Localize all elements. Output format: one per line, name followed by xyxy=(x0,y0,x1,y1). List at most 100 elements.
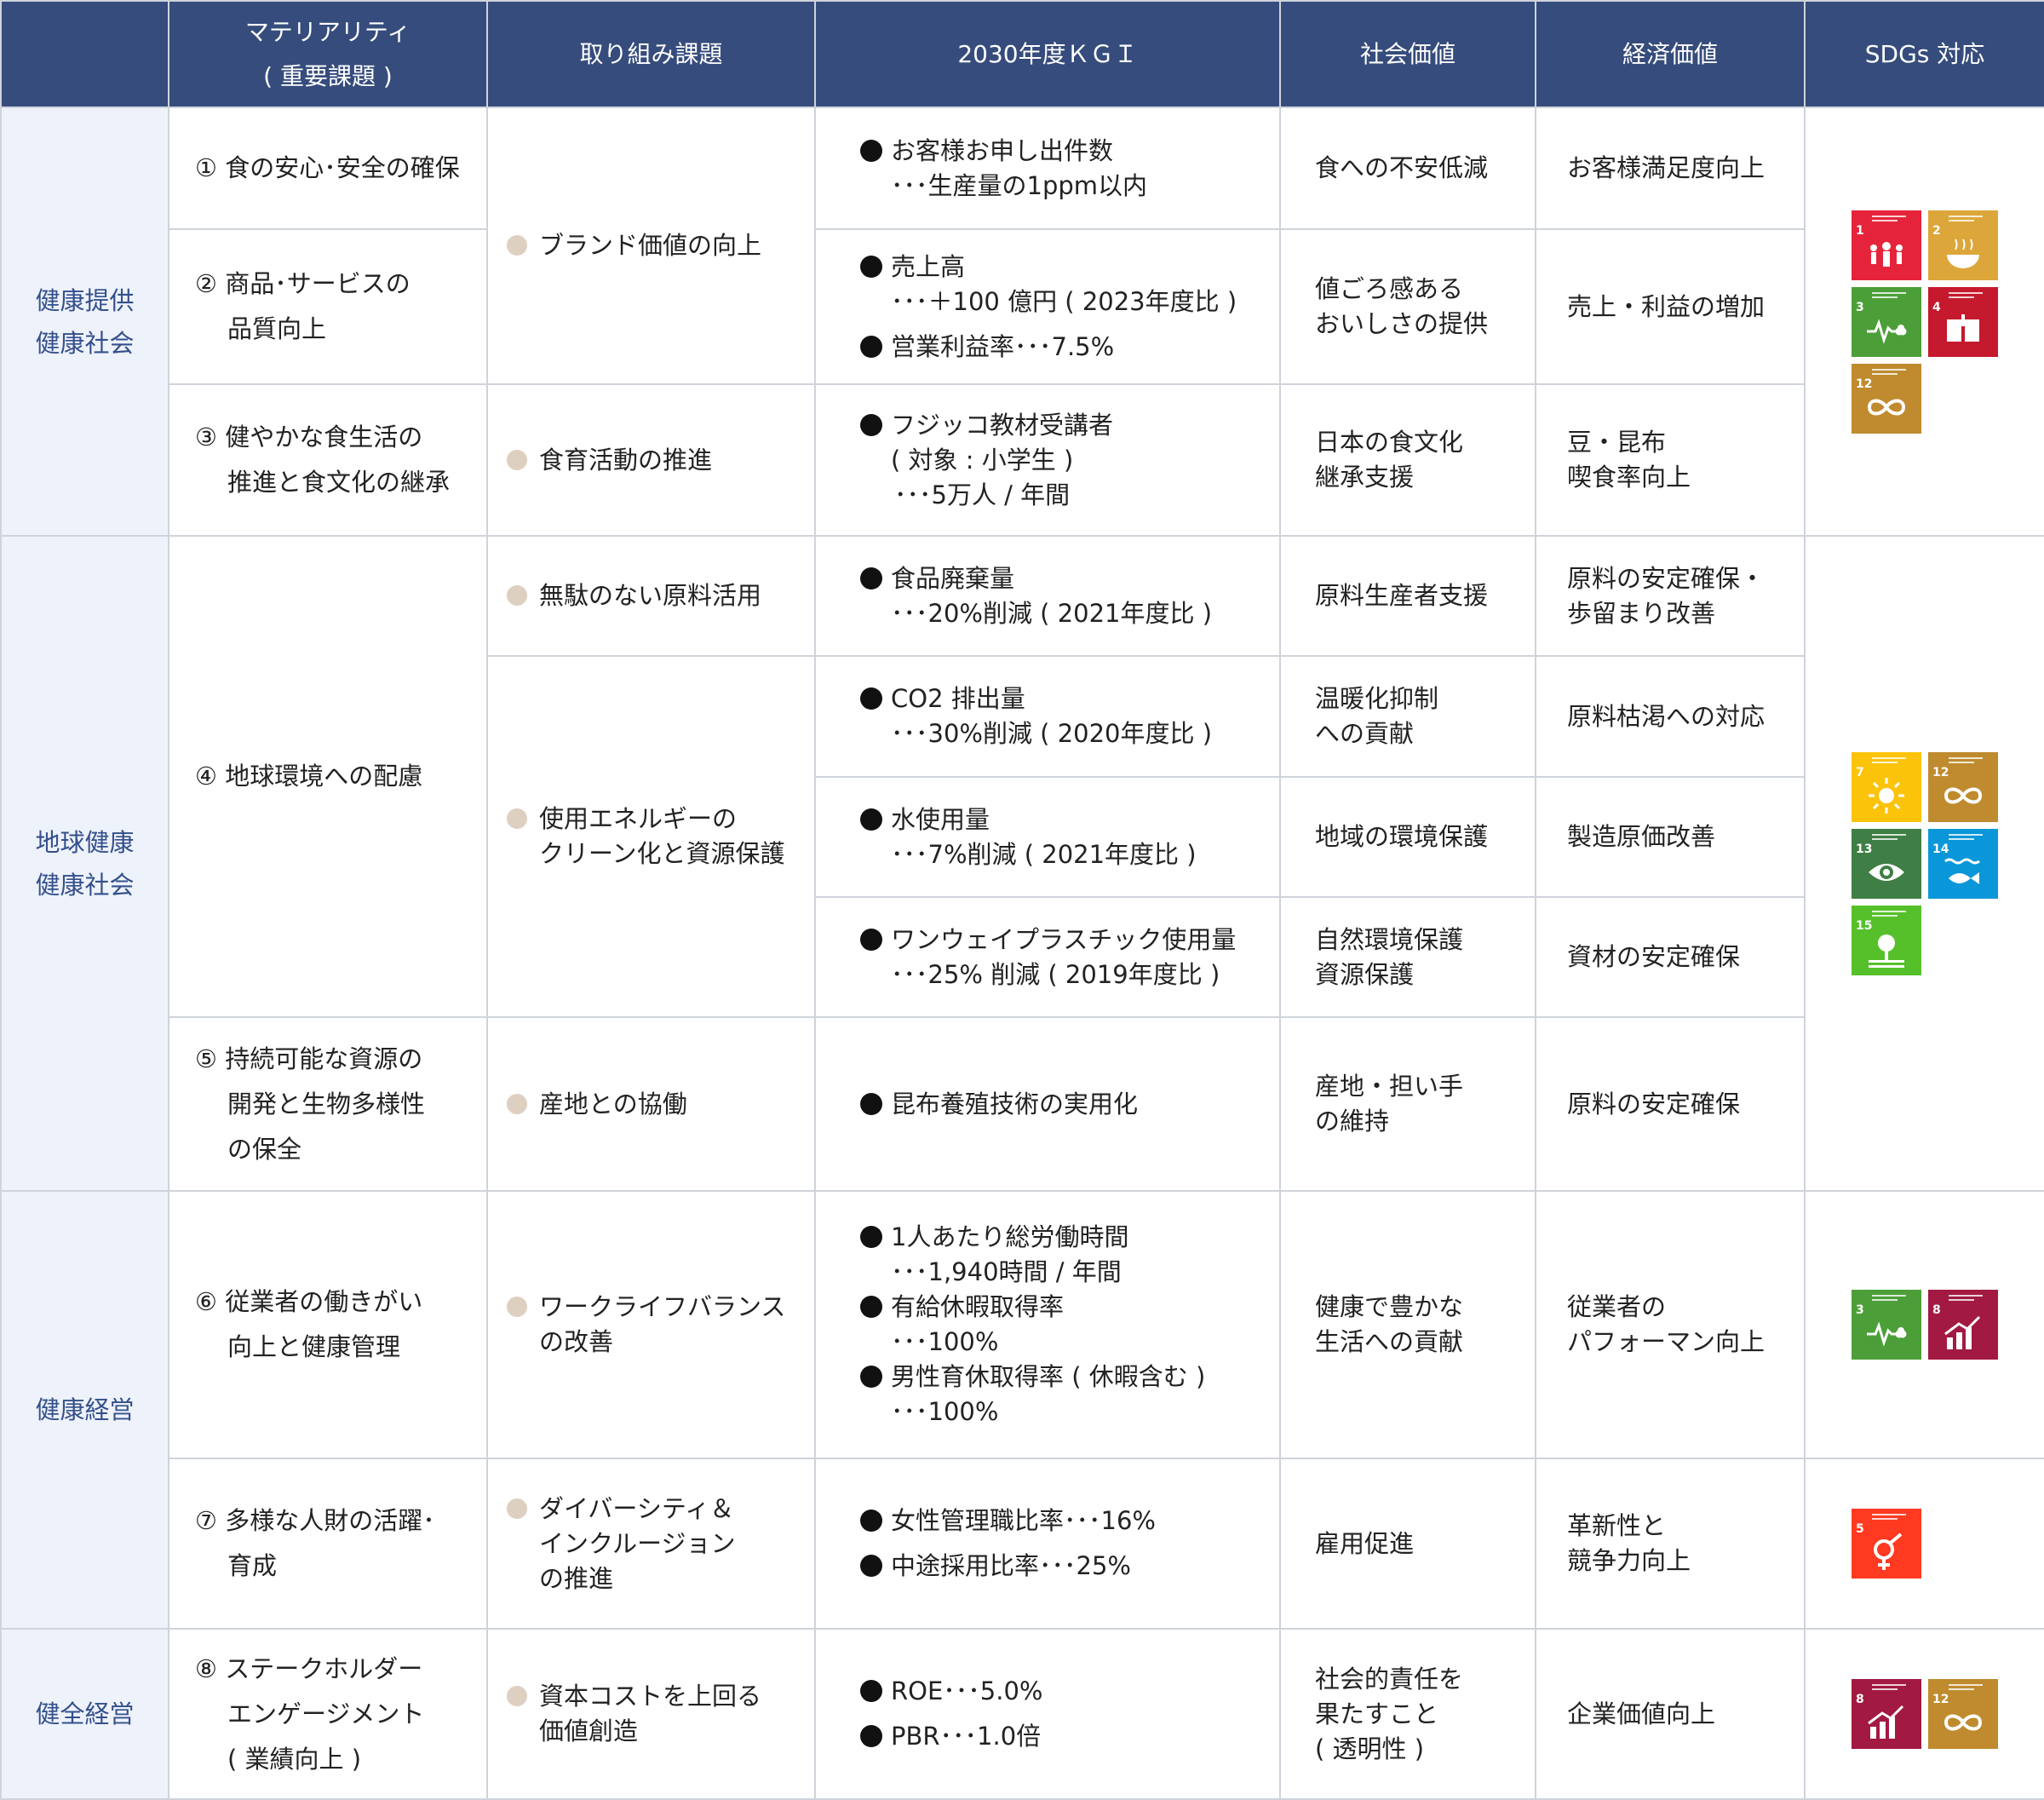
kgi-bullet xyxy=(860,808,882,831)
responsible-consumption-icon: 12 xyxy=(1928,751,1998,822)
economic-value-4: 原料の安定確保・ 歩留まり改善 xyxy=(1535,535,1806,657)
sdg-group-1: 1 2 3 4 12 xyxy=(1804,106,2044,537)
kgi-bullet xyxy=(860,255,882,278)
table-row: ② 商品･サービスの 品質向上 売上高 ･･･＋100 億円 ( 2023年度比 … xyxy=(1,228,2044,385)
social-value-8: 産地・担い手 の維持 xyxy=(1279,1016,1536,1192)
economic-value-8: 原料の安定確保 xyxy=(1535,1016,1806,1192)
decent-work-icon: 8 xyxy=(1852,1679,1921,1749)
initiative-dot xyxy=(507,1093,527,1114)
social-value-1: 食への不安低減 xyxy=(1279,106,1536,230)
header-category xyxy=(0,0,169,108)
table-row: ③ 健やかな食生活の 推進と食文化の継承 食育活動の推進 フジッコ教材受講者 ( … xyxy=(1,383,2044,537)
economic-value-10: 革新性と 競争力向上 xyxy=(1535,1458,1806,1630)
economic-value-11: 企業価値向上 xyxy=(1535,1628,1806,1800)
life-on-land-icon: 15 xyxy=(1852,905,1921,975)
kgi-bullet xyxy=(860,335,882,358)
kgi-bullet xyxy=(860,1366,882,1388)
materiality-4: ④ 地球環境への配慮 xyxy=(168,535,488,1018)
kgi-bullet xyxy=(860,139,882,162)
header-row: マテリアリティ( 重要課題 ) 取り組み課題 2030年度ＫＧＩ 社会価値 経済… xyxy=(0,0,2044,108)
kgi-4: 食品廃棄量 ･･･20%削減 ( 2021年度比 ) xyxy=(814,535,1281,657)
table-row: 地球健康 健康社会 ④ 地球環境への配慮 無駄のない原料活用 食品廃棄量 ･･･2… xyxy=(0,535,2044,1192)
header-economic-value: 経済価値 xyxy=(1535,0,1806,108)
economic-value-5: 原料枯渇への対応 xyxy=(1535,655,1806,778)
materiality-5: ⑤ 持続可能な資源の 開発と生物多様性 の保全 xyxy=(168,1016,488,1192)
kgi-10: 女性管理職比率･･･16% 中途採用比率･･･25% xyxy=(814,1458,1281,1630)
kgi-bullet xyxy=(860,566,882,589)
kgi-6: 水使用量 ･･･7%削減 ( 2021年度比 ) xyxy=(814,776,1281,898)
table-row: 健全経営 ⑧ ステークホルダー エンゲージメント( 業績向上 ) 資本コストを上回… xyxy=(0,1628,2044,1800)
kgi-bullet xyxy=(860,1296,882,1318)
initiative-raw-materials: 無駄のない原料活用 xyxy=(486,535,816,657)
header-initiatives: 取り組み課題 xyxy=(486,0,816,108)
sdg-group-3: 38 xyxy=(1804,1190,2044,1459)
initiative-dot xyxy=(507,449,527,470)
quality-education-icon: 4 xyxy=(1928,286,1998,357)
economic-value-9: 従業者の パフォーマン向上 xyxy=(1535,1190,1806,1459)
good-health-icon: 3 xyxy=(1852,1290,1921,1360)
category-sound-management: 健全経営 xyxy=(0,1628,169,1800)
kgi-9: 1人あたり総労働時間 ･･･1,940時間 / 年間 有給休暇取得率 ･･･10… xyxy=(814,1190,1281,1459)
initiative-clean-energy: 使用エネルギーの クリーン化と資源保護 xyxy=(486,655,816,1018)
category-earth-health: 地球健康 健康社会 xyxy=(0,535,169,1192)
table-row: ⑤ 持続可能な資源の 開発と生物多様性 の保全 産地との協働 昆布養殖技術の実用化 … xyxy=(1,1016,2044,1192)
kgi-2: 売上高 ･･･＋100 億円 ( 2023年度比 ) 営業利益率･･･7.5% xyxy=(814,228,1281,385)
table-row: ⑦ 多様な人財の活躍･ 育成 ダイバーシティ＆ インクルージョン の推進 女性管理職比… xyxy=(1,1458,2044,1630)
header-kgi: 2030年度ＫＧＩ xyxy=(814,0,1281,108)
category-health-management: 健康経営 xyxy=(0,1190,169,1630)
header-materiality: マテリアリティ( 重要課題 ) xyxy=(168,0,488,108)
social-value-6: 地域の環境保護 xyxy=(1279,776,1536,898)
initiative-diversity: ダイバーシティ＆ インクルージョン の推進 xyxy=(486,1458,816,1630)
kgi-bullet xyxy=(860,1510,882,1532)
materiality-2: ② 商品･サービスの 品質向上 xyxy=(168,228,488,385)
kgi-bullet xyxy=(860,413,882,436)
initiative-food-education: 食育活動の推進 xyxy=(486,383,816,537)
sdg-group-4: 5 xyxy=(1804,1458,2044,1630)
table-row: 健康提供 健康社会 ① 食の安心･安全の確保 ブランド価値の向上 お客様お申し出件… xyxy=(0,106,2044,537)
social-value-4: 原料生産者支援 xyxy=(1279,535,1536,657)
initiative-dot xyxy=(507,808,527,829)
materiality-1: ① 食の安心･安全の確保 xyxy=(168,106,488,230)
initiative-dot xyxy=(507,585,527,606)
kgi-bullet xyxy=(860,1226,882,1248)
initiative-work-life-balance: ワークライフバランス の改善 xyxy=(486,1190,816,1459)
initiative-dot xyxy=(507,1297,527,1317)
materiality-8: ⑧ ステークホルダー エンゲージメント( 業績向上 ) xyxy=(168,1628,488,1800)
kgi-bullet xyxy=(860,1680,882,1702)
initiative-capital-cost: 資本コストを上回る 価値創造 xyxy=(486,1628,816,1800)
sdg-group-2: 7 12 13 14 15 xyxy=(1804,535,2044,1192)
social-value-10: 雇用促進 xyxy=(1279,1458,1536,1630)
kgi-3: フジッコ教材受講者 ( 対象 : 小学生 ) ･･･5万人 / 年間 xyxy=(814,383,1281,537)
kgi-8: 昆布養殖技術の実用化 xyxy=(814,1016,1281,1192)
initiative-brand-value: ブランド価値の向上 xyxy=(486,106,816,385)
zero-hunger-icon: 2 xyxy=(1928,210,1998,280)
no-poverty-icon: 1 xyxy=(1852,210,1921,280)
table-row: 健康経営 ⑥ 従業者の働きがい 向上と健康管理 ワークライフバランス の改善 1人あ… xyxy=(0,1190,2044,1630)
header-sdgs: SDGs 対応 xyxy=(1804,0,2044,108)
social-value-2: 値ごろ感ある おいしさの提供 xyxy=(1279,228,1536,385)
social-value-9: 健康で豊かな 生活への貢献 xyxy=(1279,1190,1536,1459)
kgi-7: ワンウェイプラスチック使用量 ･･･25% 削減 ( 2019年度比 ) xyxy=(814,896,1281,1018)
initiative-dot xyxy=(507,1498,527,1519)
climate-action-icon: 13 xyxy=(1852,828,1921,899)
kgi-bullet xyxy=(860,928,882,951)
kgi-bullet xyxy=(860,1555,882,1577)
initiative-production-area: 産地との協働 xyxy=(486,1016,816,1192)
initiative-dot xyxy=(507,235,527,256)
economic-value-1: お客様満足度向上 xyxy=(1535,106,1806,230)
decent-work-icon: 8 xyxy=(1928,1290,1998,1360)
clean-energy-icon: 7 xyxy=(1852,751,1921,822)
social-value-11: 社会的責任を 果たすこと( 透明性 ) xyxy=(1279,1628,1536,1800)
initiative-dot xyxy=(507,1686,527,1706)
economic-value-7: 資材の安定確保 xyxy=(1535,896,1806,1018)
materiality-6: ⑥ 従業者の働きがい 向上と健康管理 xyxy=(168,1190,488,1459)
life-below-water-icon: 14 xyxy=(1928,828,1998,899)
gender-equality-icon: 5 xyxy=(1852,1509,1921,1579)
category-health-provision: 健康提供 健康社会 xyxy=(0,106,169,537)
materiality-table: マテリアリティ( 重要課題 ) 取り組み課題 2030年度ＫＧＩ 社会価値 経済… xyxy=(0,0,2044,1800)
social-value-3: 日本の食文化 継承支援 xyxy=(1279,383,1536,537)
social-value-7: 自然環境保護 資源保護 xyxy=(1279,896,1536,1018)
economic-value-6: 製造原価改善 xyxy=(1535,776,1806,898)
kgi-1: お客様お申し出件数 ･･･生産量の1ppm以内 xyxy=(814,106,1281,230)
kgi-bullet xyxy=(860,1725,882,1747)
